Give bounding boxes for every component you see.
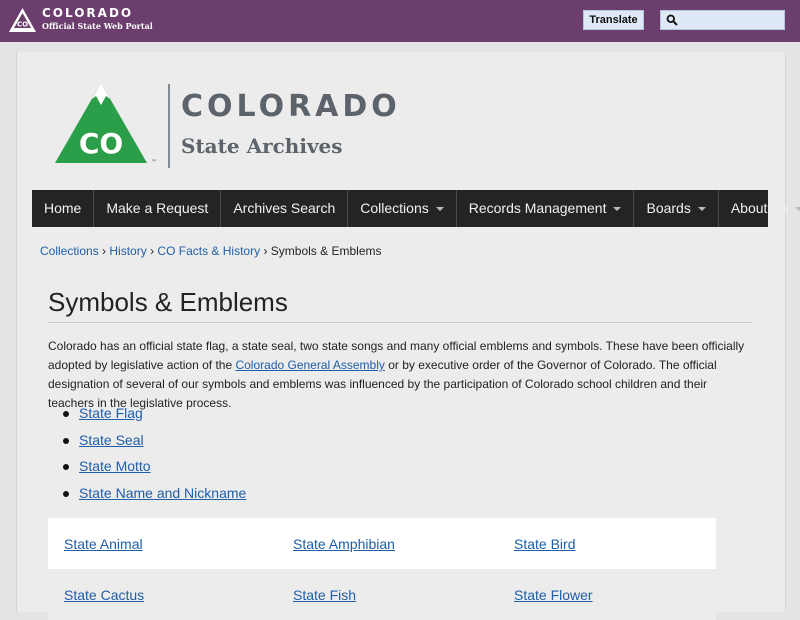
translate-button[interactable]: Translate [583,10,644,30]
nav-archives-search-label: Archives Search [233,200,336,216]
list-item: State Name and Nickname [48,484,246,511]
logo-divider [168,84,170,168]
state-bird-link[interactable]: State Bird [514,536,575,552]
state-name-nickname-link[interactable]: State Name and Nickname [79,485,246,501]
breadcrumb-history[interactable]: History [109,244,146,258]
site-name: COLORADO [181,89,401,124]
nav-home[interactable]: Home [32,190,95,227]
state-flag-link[interactable]: State Flag [79,405,143,421]
portal-subtitle: Official State Web Portal [42,21,153,31]
caret-down-icon [613,207,622,212]
emblem-row: State Cactus State Fish State Flower [48,569,716,620]
nav-boards[interactable]: Boards [634,190,719,227]
state-amphibian-link[interactable]: State Amphibian [293,536,395,552]
nav-records-management[interactable]: Records Management [457,190,635,227]
colorado-portal-logo[interactable]: CO [9,8,36,32]
search-input[interactable] [660,10,785,30]
breadcrumb-separator: › [102,244,107,258]
portal-title: COLORADO [42,6,134,20]
breadcrumb-separator: › [150,244,155,258]
main-nav: Home Make a Request Archives Search Coll… [32,190,800,227]
portal-header: CO COLORADO Official State Web Portal Tr… [0,0,800,42]
breadcrumb: Collections › History › CO Facts & Histo… [40,243,382,259]
state-animal-link[interactable]: State Animal [64,536,143,552]
state-seal-link[interactable]: State Seal [79,432,144,448]
logo-co-text: CO [79,127,123,160]
portal-logo-text: CO [17,21,28,29]
general-assembly-link[interactable]: Colorado General Assembly [235,358,384,372]
breadcrumb-current: Symbols & Emblems [270,244,382,258]
caret-down-icon [795,207,800,212]
list-item: State Flag [48,404,246,431]
breadcrumb-separator: › [263,244,268,258]
nav-records-management-label: Records Management [468,200,607,216]
nav-make-request[interactable]: Make a Request [94,190,222,227]
caret-down-icon [697,207,706,212]
emblem-row: State Animal State Amphibian State Bird [48,518,716,569]
nav-about-us[interactable]: About Us [719,190,800,227]
state-cactus-link[interactable]: State Cactus [64,587,144,603]
breadcrumb-collections[interactable]: Collections [40,244,99,258]
search-icon [666,14,678,26]
nav-collections[interactable]: Collections [348,190,457,227]
nav-about-us-label: About Us [730,200,789,216]
nav-archives-search[interactable]: Archives Search [221,190,349,227]
list-item: State Motto [48,457,246,484]
caret-down-icon [435,207,444,212]
symbol-list: State Flag State Seal State Motto State … [48,404,246,511]
state-fish-link[interactable]: State Fish [293,587,356,603]
list-item: State Seal [48,431,246,458]
portal-title-group[interactable]: COLORADO Official State Web Portal [42,6,153,31]
trademark-mark: ™ [151,159,157,166]
state-archives-logo[interactable]: CO ™ [55,83,165,167]
page-title: Symbols & Emblems [48,287,288,317]
nav-make-request-label: Make a Request [106,200,209,216]
nav-collections-label: Collections [360,200,429,216]
state-flower-link[interactable]: State Flower [514,587,593,603]
title-divider [48,322,752,323]
nav-home-label: Home [44,200,82,216]
intro-paragraph: Colorado has an official state flag, a s… [48,337,752,413]
state-motto-link[interactable]: State Motto [79,458,151,474]
breadcrumb-co-facts-history[interactable]: CO Facts & History [157,244,260,258]
nav-boards-label: Boards [646,200,691,216]
site-subtitle: State Archives [181,134,343,158]
